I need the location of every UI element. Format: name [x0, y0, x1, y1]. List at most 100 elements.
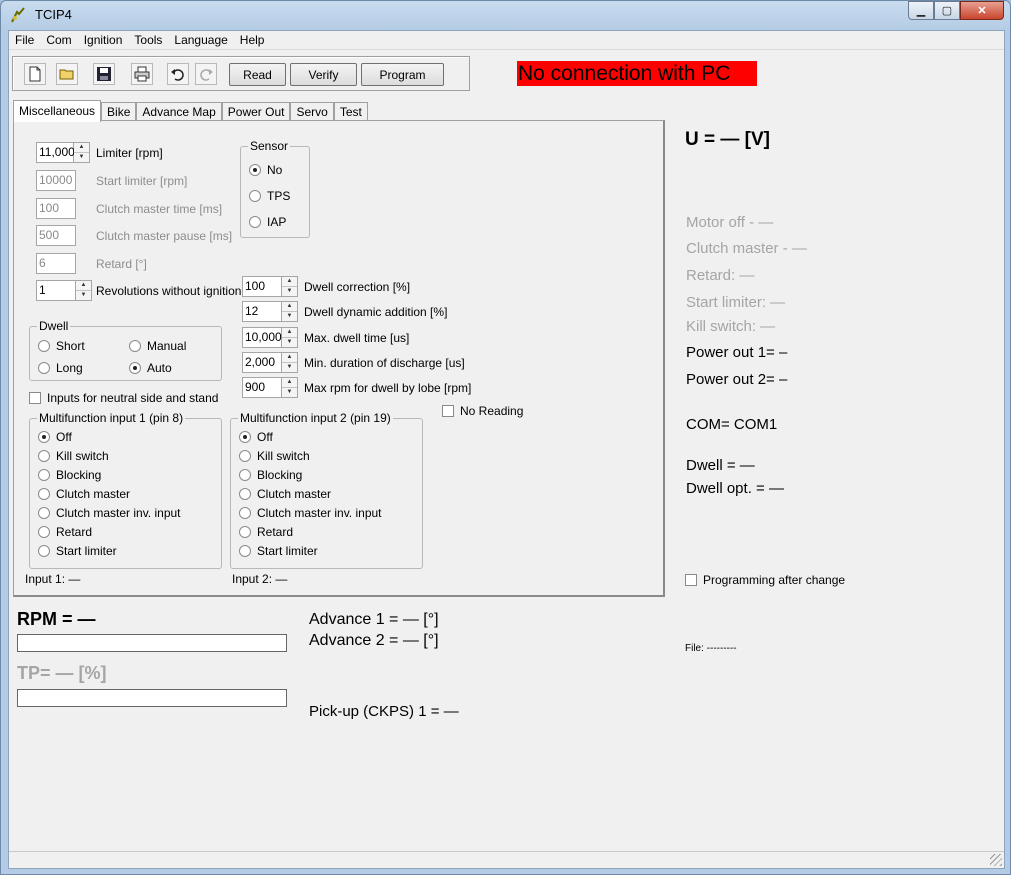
dwell-dynamic-spinner[interactable]: 12 ▲ ▼ — [242, 301, 298, 322]
max-rpm-dwell-spinner[interactable]: 900 ▲ ▼ — [242, 377, 298, 398]
dwell-dynamic-stepper[interactable]: ▲ ▼ — [282, 301, 298, 322]
tab-bike[interactable]: Bike — [101, 102, 137, 121]
revs-stepper[interactable]: ▲ ▼ — [76, 280, 92, 301]
neutral-inputs-label: Inputs for neutral side and stand — [47, 391, 219, 405]
mf1-off-radio[interactable]: Off — [38, 430, 72, 444]
com-port-status: COM= COM1 — [686, 416, 778, 433]
tab-advance-map[interactable]: Advance Map — [136, 102, 222, 121]
menu-tools[interactable]: Tools — [128, 31, 168, 50]
dwell-manual-radio[interactable]: Manual — [129, 339, 186, 353]
dwell-short-radio[interactable]: Short — [38, 339, 85, 353]
mf2-start-limiter-radio[interactable]: Start limiter — [239, 544, 318, 558]
max-dwell-spinner[interactable]: 10,000 ▲ ▼ — [242, 327, 298, 348]
min-discharge-spinner[interactable]: 2,000 ▲ ▼ — [242, 352, 298, 373]
dwell-auto-radio[interactable]: Auto — [129, 361, 172, 375]
revs-spinner[interactable]: 1 ▲ ▼ — [36, 280, 92, 301]
mf1-option-label: Clutch master — [56, 487, 131, 501]
radio-indicator — [38, 431, 50, 443]
mf2-off-radio[interactable]: Off — [239, 430, 273, 444]
clutch-time-field[interactable]: 100 — [36, 198, 76, 219]
min-discharge-stepper[interactable]: ▲ ▼ — [282, 352, 298, 373]
max-rpm-dwell-stepper[interactable]: ▲ ▼ — [282, 377, 298, 398]
radio-indicator — [239, 450, 251, 462]
dwell-correction-stepper[interactable]: ▲ ▼ — [282, 276, 298, 297]
sensor-group: Sensor No TPS IAP — [240, 139, 310, 238]
mf2-retard-radio[interactable]: Retard — [239, 525, 293, 539]
min-discharge-input[interactable]: 2,000 — [242, 352, 282, 373]
radio-indicator — [249, 216, 261, 228]
mf2-option-label: Off — [257, 430, 273, 444]
menu-help[interactable]: Help — [234, 31, 271, 50]
minimize-button[interactable]: ▁ — [908, 1, 934, 20]
tab-miscellaneous[interactable]: Miscellaneous — [13, 100, 102, 122]
rpm-bar — [17, 634, 287, 652]
mf1-retard-radio[interactable]: Retard — [38, 525, 92, 539]
tp-readout: TP= — [%] — [17, 663, 107, 683]
power-out-1-status: Power out 1= – — [686, 344, 788, 361]
menu-language[interactable]: Language — [168, 31, 233, 50]
mf2-blocking-radio[interactable]: Blocking — [239, 468, 302, 482]
dwell-correction-input[interactable]: 100 — [242, 276, 282, 297]
mf1-clutch-master-radio[interactable]: Clutch master — [38, 487, 130, 501]
program-button[interactable]: Program — [361, 63, 444, 86]
close-button[interactable]: ✕ — [960, 1, 1004, 20]
revs-input[interactable]: 1 — [36, 280, 76, 301]
sensor-tps-radio[interactable]: TPS — [249, 189, 290, 203]
clutch-pause-input[interactable]: 500 — [36, 225, 76, 246]
redo-button[interactable] — [195, 63, 217, 85]
clutch-time-input[interactable]: 100 — [36, 198, 76, 219]
open-button[interactable] — [56, 63, 78, 85]
mf1-kill-switch-radio[interactable]: Kill switch — [38, 449, 109, 463]
limiter-stepper[interactable]: ▲ ▼ — [74, 142, 90, 163]
mf2-clutch-master-inv-radio[interactable]: Clutch master inv. input — [239, 506, 382, 520]
mf1-start-limiter-radio[interactable]: Start limiter — [38, 544, 117, 558]
save-button[interactable] — [93, 63, 115, 85]
no-reading-checkbox[interactable]: No Reading — [442, 404, 523, 418]
menu-ignition[interactable]: Ignition — [78, 31, 129, 50]
clutch-pause-field[interactable]: 500 — [36, 225, 76, 246]
neutral-inputs-checkbox[interactable]: Inputs for neutral side and stand — [29, 391, 218, 405]
radio-indicator — [38, 507, 50, 519]
verify-button[interactable]: Verify — [290, 63, 357, 86]
mf2-kill-switch-radio[interactable]: Kill switch — [239, 449, 310, 463]
radio-indicator — [239, 431, 251, 443]
tab-servo[interactable]: Servo — [290, 102, 334, 121]
new-file-icon — [29, 66, 41, 82]
max-dwell-label: Max. dwell time [us] — [304, 331, 410, 345]
sensor-no-radio[interactable]: No — [249, 163, 282, 177]
retard-input[interactable]: 6 — [36, 253, 76, 274]
max-rpm-dwell-input[interactable]: 900 — [242, 377, 282, 398]
dwell-dynamic-input[interactable]: 12 — [242, 301, 282, 322]
retard-field[interactable]: 6 — [36, 253, 76, 274]
title-bar[interactable]: TCIP4 ▁ ▢ ✕ — [1, 1, 1010, 29]
dwell-long-radio[interactable]: Long — [38, 361, 83, 375]
sensor-iap-radio[interactable]: IAP — [249, 215, 286, 229]
limiter-input[interactable]: 11,000 — [36, 142, 75, 163]
tab-test[interactable]: Test — [333, 102, 368, 121]
dwell-title: Dwell — [37, 319, 71, 333]
max-dwell-stepper[interactable]: ▲ ▼ — [282, 327, 298, 348]
undo-button[interactable] — [167, 63, 189, 85]
mf1-clutch-master-inv-radio[interactable]: Clutch master inv. input — [38, 506, 181, 520]
print-button[interactable] — [131, 63, 153, 85]
mf2-clutch-master-radio[interactable]: Clutch master — [239, 487, 331, 501]
menu-file[interactable]: File — [9, 31, 40, 50]
menu-com[interactable]: Com — [40, 31, 77, 50]
mf1-blocking-radio[interactable]: Blocking — [38, 468, 101, 482]
limiter-spinner[interactable]: 11,000 ▲ ▼ — [36, 142, 90, 163]
resize-grip-icon[interactable] — [990, 854, 1002, 866]
window-title: TCIP4 — [35, 7, 72, 22]
dwell-group: Dwell Short Manual Long Auto — [29, 319, 222, 381]
start-limiter-field[interactable]: 10000 — [36, 170, 76, 191]
read-button[interactable]: Read — [229, 63, 286, 86]
input-1-readout: Input 1: — — [25, 572, 81, 586]
dwell-correction-spinner[interactable]: 100 ▲ ▼ — [242, 276, 298, 297]
maximize-button[interactable]: ▢ — [934, 1, 960, 20]
start-limiter-input[interactable]: 10000 — [36, 170, 76, 191]
dwell-correction-label: Dwell correction [%] — [304, 280, 411, 294]
sensor-tps-label: TPS — [267, 189, 291, 203]
tab-power-out[interactable]: Power Out — [221, 102, 291, 121]
programming-after-change-checkbox[interactable]: Programming after change — [685, 573, 845, 587]
max-dwell-input[interactable]: 10,000 — [242, 327, 282, 348]
new-file-button[interactable] — [24, 63, 46, 85]
